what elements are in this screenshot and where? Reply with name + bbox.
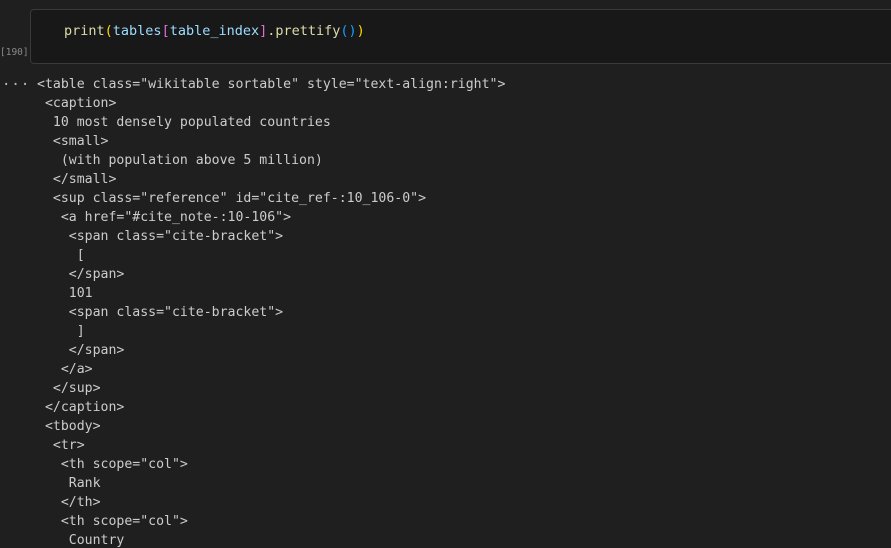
output-line: 101 [37,286,93,301]
output-line: ] [37,324,85,339]
output-line: <caption> [37,96,117,111]
output-line: 10 most densely populated countries [37,115,331,130]
output-more-actions-button[interactable]: ... [2,73,30,89]
prettify-method: .prettify [267,23,341,39]
output-line: Rank [37,476,101,491]
output-line: <small> [37,134,109,149]
output-line: [ [37,248,85,263]
tables-variable: tables [112,23,162,39]
paren-open: ( [104,23,113,39]
output-line: <th scope="col"> [37,514,188,529]
output-line: </caption> [37,400,125,415]
output-line: <sup class="reference" id="cite_ref-:10_… [37,191,427,206]
output-line: (with population above 5 million) [37,153,323,168]
cell-output: <table class="wikitable sortable" style=… [37,75,887,548]
code-cell-editor[interactable]: print(tables[table_index].prettify()) [30,9,891,64]
output-line: <th scope="col"> [37,457,188,472]
call-parens: () [340,23,357,39]
bracket-open: [ [161,23,170,39]
output-line: <span class="cite-bracket"> [37,305,284,320]
output-line: Country [37,533,125,548]
output-line: </sup> [37,381,101,396]
output-line: </small> [37,172,117,187]
output-line: </span> [37,267,125,282]
print-function: print [64,23,105,39]
output-line: </th> [37,495,101,510]
output-line: <table class="wikitable sortable" style=… [37,77,506,92]
table-index-variable: table_index [169,23,260,39]
output-line: <tbody> [37,419,101,434]
output-line: <tr> [37,438,85,453]
code-line[interactable]: print(tables[table_index].prettify()) [64,22,365,40]
output-line: <span class="cite-bracket"> [37,229,284,244]
execution-count: [190] [0,47,29,58]
paren-close: ) [356,23,365,39]
output-line: <a href="#cite_note-:10-106"> [37,210,292,225]
output-line: </span> [37,343,125,358]
output-line: </a> [37,362,93,377]
